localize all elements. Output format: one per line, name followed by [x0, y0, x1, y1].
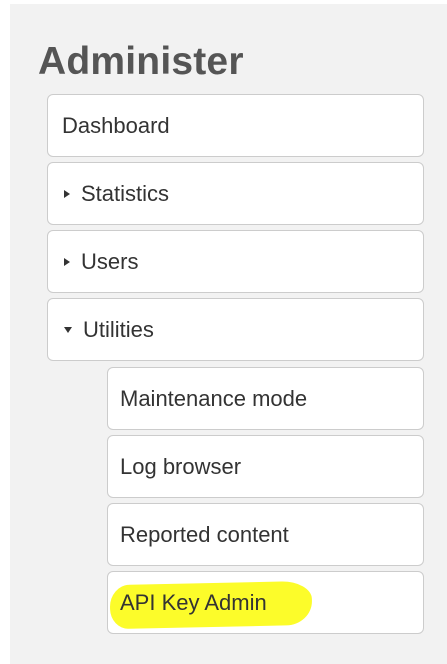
sidebar-subitem-label: Log browser	[120, 453, 242, 479]
sidebar-item-label: Utilities	[83, 316, 154, 342]
sidebar-subitem-label: Reported content	[120, 521, 289, 547]
sidebar-item-label: Dashboard	[62, 112, 170, 138]
caret-right-icon	[64, 189, 70, 198]
sidebar-item-label: Statistics	[81, 180, 170, 206]
sidebar-item-utilities[interactable]: Utilities	[47, 298, 424, 361]
sidebar-title: Administer	[38, 40, 244, 83]
sidebar-item-users[interactable]: Users	[47, 230, 424, 293]
caret-down-icon	[64, 326, 72, 333]
sidebar-subitem-reported-content[interactable]: Reported content	[107, 503, 424, 566]
sidebar-item-statistics[interactable]: Statistics	[47, 162, 424, 225]
sidebar-subitem-log-browser[interactable]: Log browser	[107, 435, 424, 498]
sidebar-subitem-label: API Key Admin	[120, 589, 267, 615]
sidebar-subitem-label: Maintenance mode	[120, 385, 308, 411]
caret-right-icon	[64, 257, 70, 266]
sidebar-subitem-maintenance-mode[interactable]: Maintenance mode	[107, 367, 424, 430]
sidebar-item-dashboard[interactable]: Dashboard	[47, 94, 424, 157]
sidebar-item-label: Users	[81, 248, 139, 274]
